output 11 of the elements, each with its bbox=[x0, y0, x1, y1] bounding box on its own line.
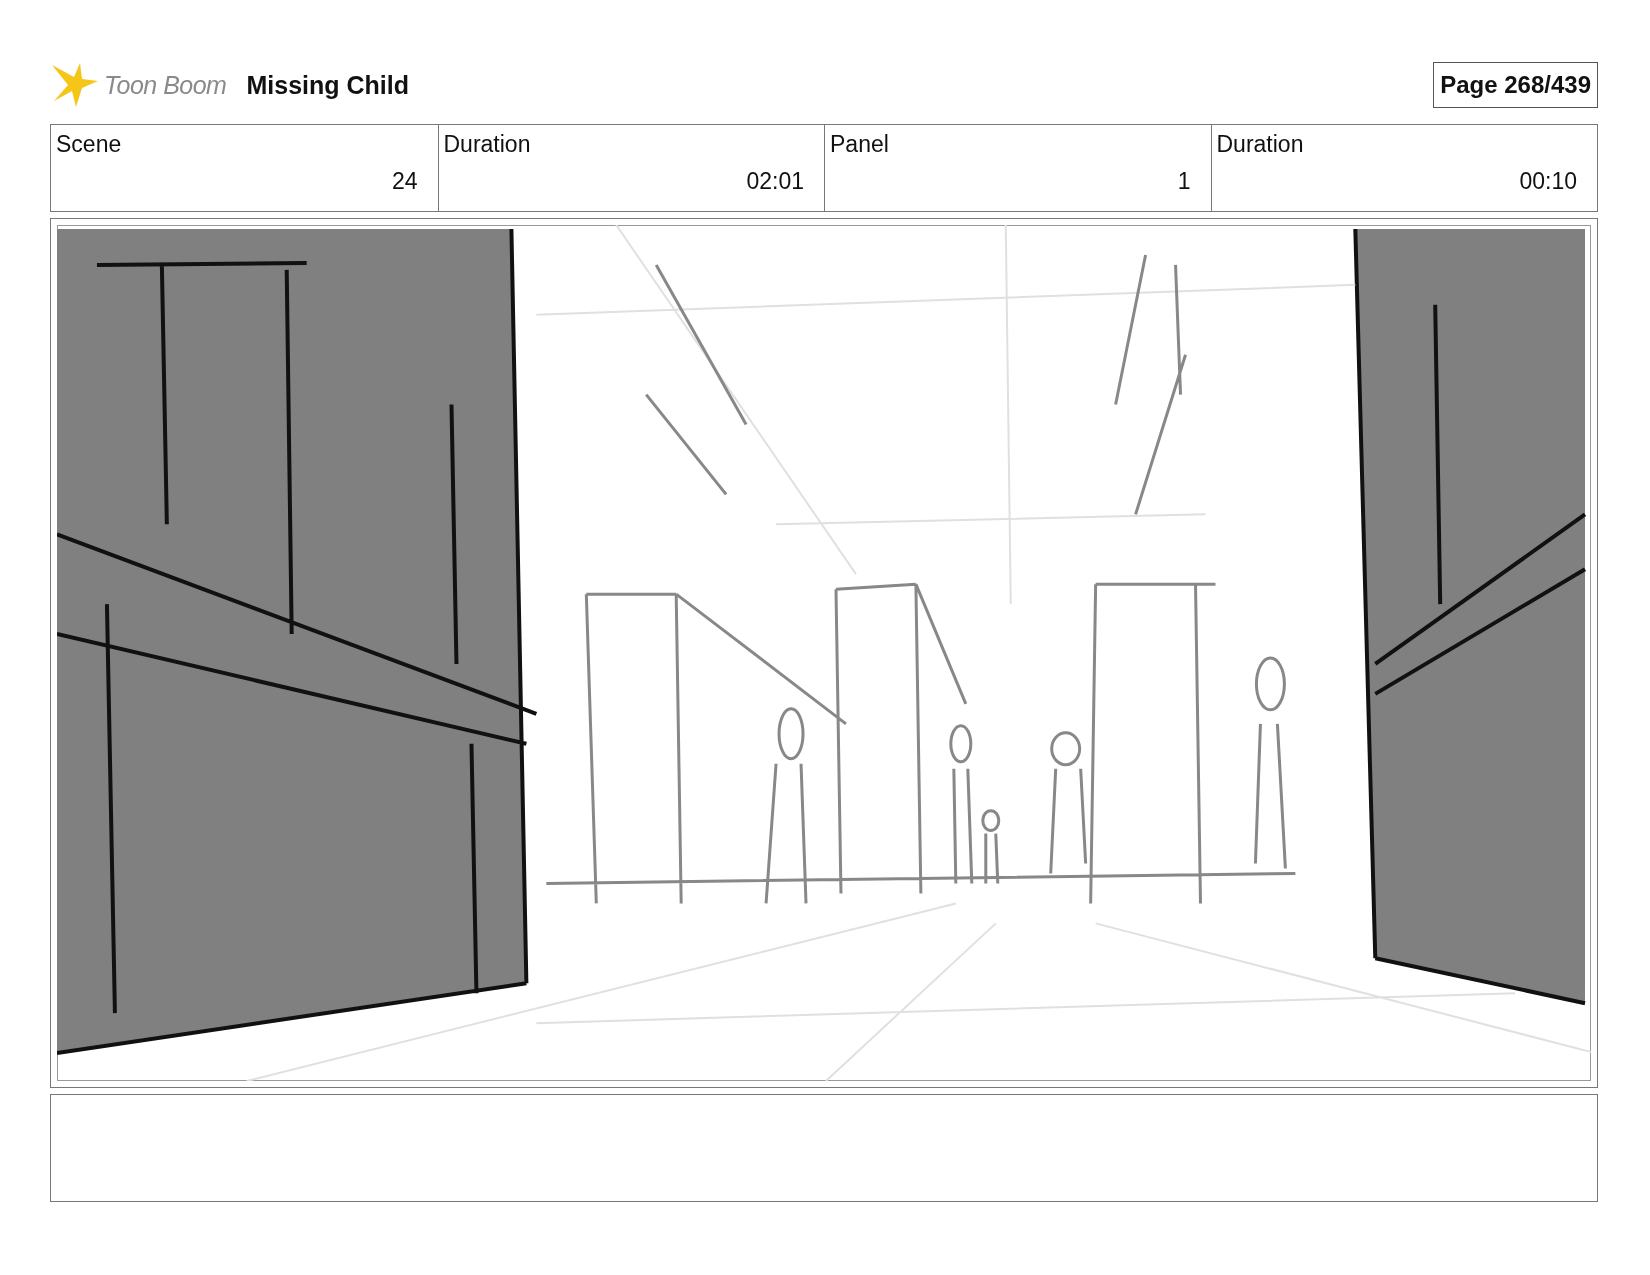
field-label: Scene bbox=[56, 131, 122, 158]
field-label: Duration bbox=[1216, 131, 1304, 158]
field-label: Panel bbox=[830, 131, 889, 158]
page-number: Page 268/439 bbox=[1433, 62, 1598, 108]
project-title: Missing Child bbox=[246, 70, 409, 100]
logo-text: Toon Boom bbox=[104, 70, 227, 100]
field-value: 02:01 bbox=[745, 168, 805, 195]
field-value: 24 bbox=[390, 168, 419, 195]
field-label: Duration bbox=[443, 131, 531, 158]
field-value: 1 bbox=[1176, 168, 1192, 195]
field-value: 00:10 bbox=[1518, 168, 1578, 195]
